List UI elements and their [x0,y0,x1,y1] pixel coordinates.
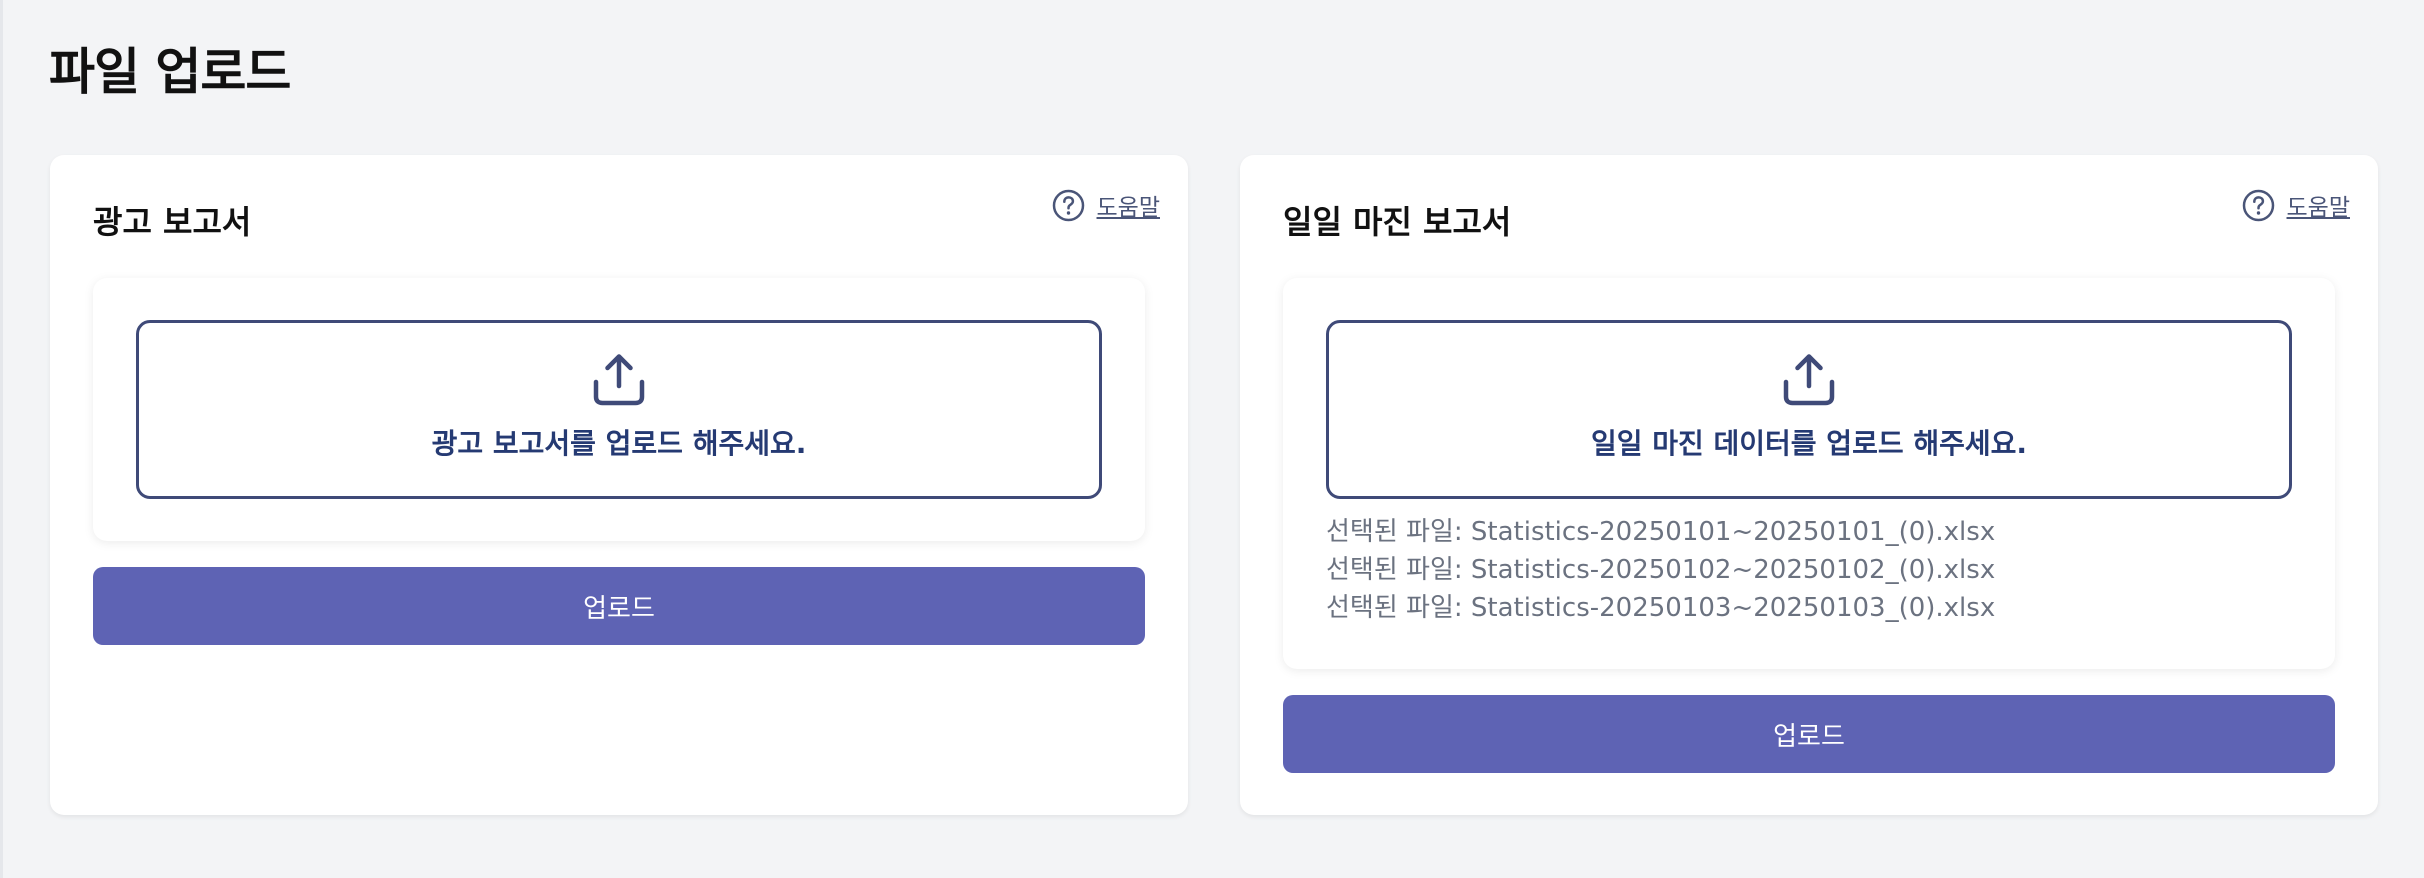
daily-margin-dropzone-label: 일일 마진 데이터를 업로드 해주세요. [1590,427,2028,460]
daily-margin-upload-panel: 일일 마진 데이터를 업로드 해주세요. 선택된 파일: Statistics-… [1283,278,2335,669]
page-title: 파일 업로드 [49,43,291,101]
upload-icon [592,353,646,407]
selected-file-list: 선택된 파일: Statistics-20250101~20250101_(0)… [1326,513,2292,627]
window-left-edge [0,0,3,878]
question-circle-icon [2242,189,2275,222]
daily-margin-report-title: 일일 마진 보고서 [1283,203,1512,241]
ad-report-upload-panel: 광고 보고서를 업로드 해주세요. [93,278,1145,541]
selected-file-item: 선택된 파일: Statistics-20250102~20250102_(0)… [1326,555,1996,585]
question-circle-icon [1052,189,1085,222]
daily-margin-dropzone[interactable]: 일일 마진 데이터를 업로드 해주세요. [1326,320,2292,499]
daily-margin-report-card: 일일 마진 보고서 도움말 일일 마진 데이터를 업로드 해주세요. 선택된 파… [1240,155,2378,815]
help-label: 도움말 [1096,195,1160,221]
ad-report-upload-button[interactable]: 업로드 [93,567,1145,645]
ad-report-card: 광고 보고서 도움말 광고 보고서를 업로드 해주세요. 업로드 [50,155,1188,815]
ad-report-help-link[interactable]: 도움말 [1052,185,1160,225]
selected-file-item: 선택된 파일: Statistics-20250101~20250101_(0)… [1326,517,1996,547]
upload-icon [1782,353,1836,407]
ad-report-dropzone-label: 광고 보고서를 업로드 해주세요. [431,427,807,460]
daily-margin-help-link[interactable]: 도움말 [2242,185,2350,225]
ad-report-dropzone[interactable]: 광고 보고서를 업로드 해주세요. [136,320,1102,499]
daily-margin-upload-button[interactable]: 업로드 [1283,695,2335,773]
help-label: 도움말 [2286,195,2350,221]
selected-file-item: 선택된 파일: Statistics-20250103~20250103_(0)… [1326,593,1996,623]
ad-report-title: 광고 보고서 [93,203,252,241]
